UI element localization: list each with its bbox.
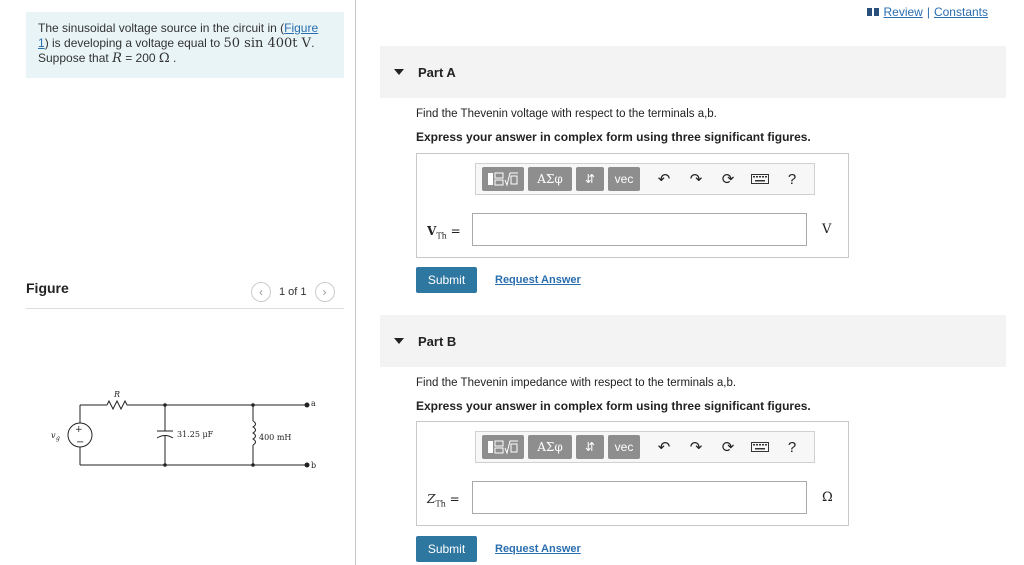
collapse-triangle-icon[interactable] bbox=[394, 69, 404, 75]
reset-icon[interactable]: ⟳ bbox=[714, 435, 742, 459]
source-sub: g bbox=[56, 435, 60, 442]
part-b-header[interactable]: Part B bbox=[380, 315, 1006, 367]
part-a-answer-box: ΑΣφ ⇵ vec ↶ ↷ ⟳ ? VTh = V bbox=[416, 153, 849, 258]
lhs-eq: = bbox=[446, 224, 461, 238]
svg-text:+: + bbox=[75, 425, 83, 435]
help-icon[interactable]: ? bbox=[778, 435, 806, 459]
keyboard-icon[interactable] bbox=[746, 167, 774, 191]
chevron-right-icon[interactable]: › bbox=[314, 282, 335, 302]
chevron-left-icon[interactable]: ‹ bbox=[251, 282, 271, 302]
figure-heading: Figure bbox=[26, 280, 69, 296]
lhs-sub: Th bbox=[435, 499, 446, 509]
math-toolbar: ΑΣφ ⇵ vec ↶ ↷ ⟳ ? bbox=[475, 431, 815, 463]
vth-answer-input[interactable] bbox=[472, 213, 807, 246]
part-a-instruction: Express your answer in complex form usin… bbox=[416, 130, 811, 144]
problem-text: . bbox=[311, 36, 315, 50]
part-b-instruction: Express your answer in complex form usin… bbox=[416, 399, 811, 413]
terminal-a: a bbox=[311, 399, 316, 408]
pager-count: 1 of 1 bbox=[279, 286, 307, 298]
problem-statement: The sinusoidal voltage source in the cir… bbox=[26, 12, 344, 78]
sub-superscript-button[interactable]: ⇵ bbox=[576, 167, 604, 191]
voltage-expression: 50 sin 400t V bbox=[223, 36, 312, 51]
problem-text: . bbox=[169, 51, 177, 65]
problem-text: The sinusoidal voltage source in the cir… bbox=[38, 21, 285, 35]
circuit-diagram: + − v g R 31.25 μF 400 mH a b bbox=[51, 390, 316, 470]
keyboard-icon[interactable] bbox=[746, 435, 774, 459]
part-a-header[interactable]: Part A bbox=[380, 46, 1006, 98]
r-value: = 200 bbox=[121, 51, 159, 65]
undo-icon[interactable]: ↶ bbox=[650, 167, 678, 191]
sub-superscript-button[interactable]: ⇵ bbox=[576, 435, 604, 459]
part-title: Part B bbox=[418, 333, 457, 349]
book-icon bbox=[867, 8, 880, 16]
zth-answer-input[interactable] bbox=[472, 481, 807, 514]
lhs-eq: = bbox=[445, 492, 460, 506]
reset-icon[interactable]: ⟳ bbox=[714, 167, 742, 191]
math-toolbar: ΑΣφ ⇵ vec ↶ ↷ ⟳ ? bbox=[475, 163, 815, 195]
problem-text: Suppose that bbox=[38, 51, 113, 65]
fraction-sqrt-template-icon[interactable] bbox=[482, 167, 524, 191]
part-b-submit-button[interactable]: Submit bbox=[416, 536, 477, 562]
problem-text: ) is developing a voltage equal to bbox=[44, 36, 224, 50]
ohm-unit: Ω bbox=[158, 51, 170, 66]
part-a-request-answer-link[interactable]: Request Answer bbox=[495, 274, 581, 286]
review-constants-links: Review | Constants bbox=[867, 5, 988, 19]
greek-symbols-button[interactable]: ΑΣφ bbox=[528, 167, 572, 191]
lhs-var: V bbox=[427, 224, 437, 238]
terminal-b: b bbox=[311, 461, 316, 470]
link-separator: | bbox=[926, 5, 930, 19]
part-a-question: Find the Thevenin voltage with respect t… bbox=[416, 108, 717, 120]
vector-button[interactable]: vec bbox=[608, 435, 640, 459]
fraction-sqrt-template-icon[interactable] bbox=[482, 435, 524, 459]
svg-text:−: − bbox=[76, 437, 84, 448]
left-panel: The sinusoidal voltage source in the cir… bbox=[0, 0, 356, 565]
zth-label: ZTh = bbox=[427, 492, 460, 508]
figure-pager: ‹ 1 of 1 › bbox=[251, 282, 335, 302]
part-a-submit-button[interactable]: Submit bbox=[416, 267, 477, 293]
part-b-request-answer-link[interactable]: Request Answer bbox=[495, 543, 581, 555]
capacitor-label: 31.25 μF bbox=[177, 430, 214, 439]
greek-symbols-button[interactable]: ΑΣφ bbox=[528, 435, 572, 459]
redo-icon[interactable]: ↷ bbox=[682, 167, 710, 191]
help-icon[interactable]: ? bbox=[778, 167, 806, 191]
review-link[interactable]: Review bbox=[883, 5, 922, 19]
vth-label: VTh = bbox=[427, 224, 461, 240]
undo-icon[interactable]: ↶ bbox=[650, 435, 678, 459]
part-b-answer-box: ΑΣφ ⇵ vec ↶ ↷ ⟳ ? ZTh = Ω bbox=[416, 421, 849, 526]
redo-icon[interactable]: ↷ bbox=[682, 435, 710, 459]
zth-unit: Ω bbox=[822, 490, 833, 505]
right-panel: Review | Constants Part A Find the Theve… bbox=[357, 0, 1024, 565]
resistor-label: R bbox=[113, 390, 120, 399]
figure-divider bbox=[26, 308, 344, 309]
collapse-triangle-icon[interactable] bbox=[394, 338, 404, 344]
r-symbol: R bbox=[112, 51, 122, 66]
lhs-sub: Th bbox=[436, 231, 447, 241]
constants-link[interactable]: Constants bbox=[934, 5, 988, 19]
part-title: Part A bbox=[418, 64, 456, 80]
vector-button[interactable]: vec bbox=[608, 167, 640, 191]
inductor-label: 400 mH bbox=[259, 433, 291, 442]
vth-unit: V bbox=[822, 222, 832, 237]
part-b-question: Find the Thevenin impedance with respect… bbox=[416, 377, 737, 389]
